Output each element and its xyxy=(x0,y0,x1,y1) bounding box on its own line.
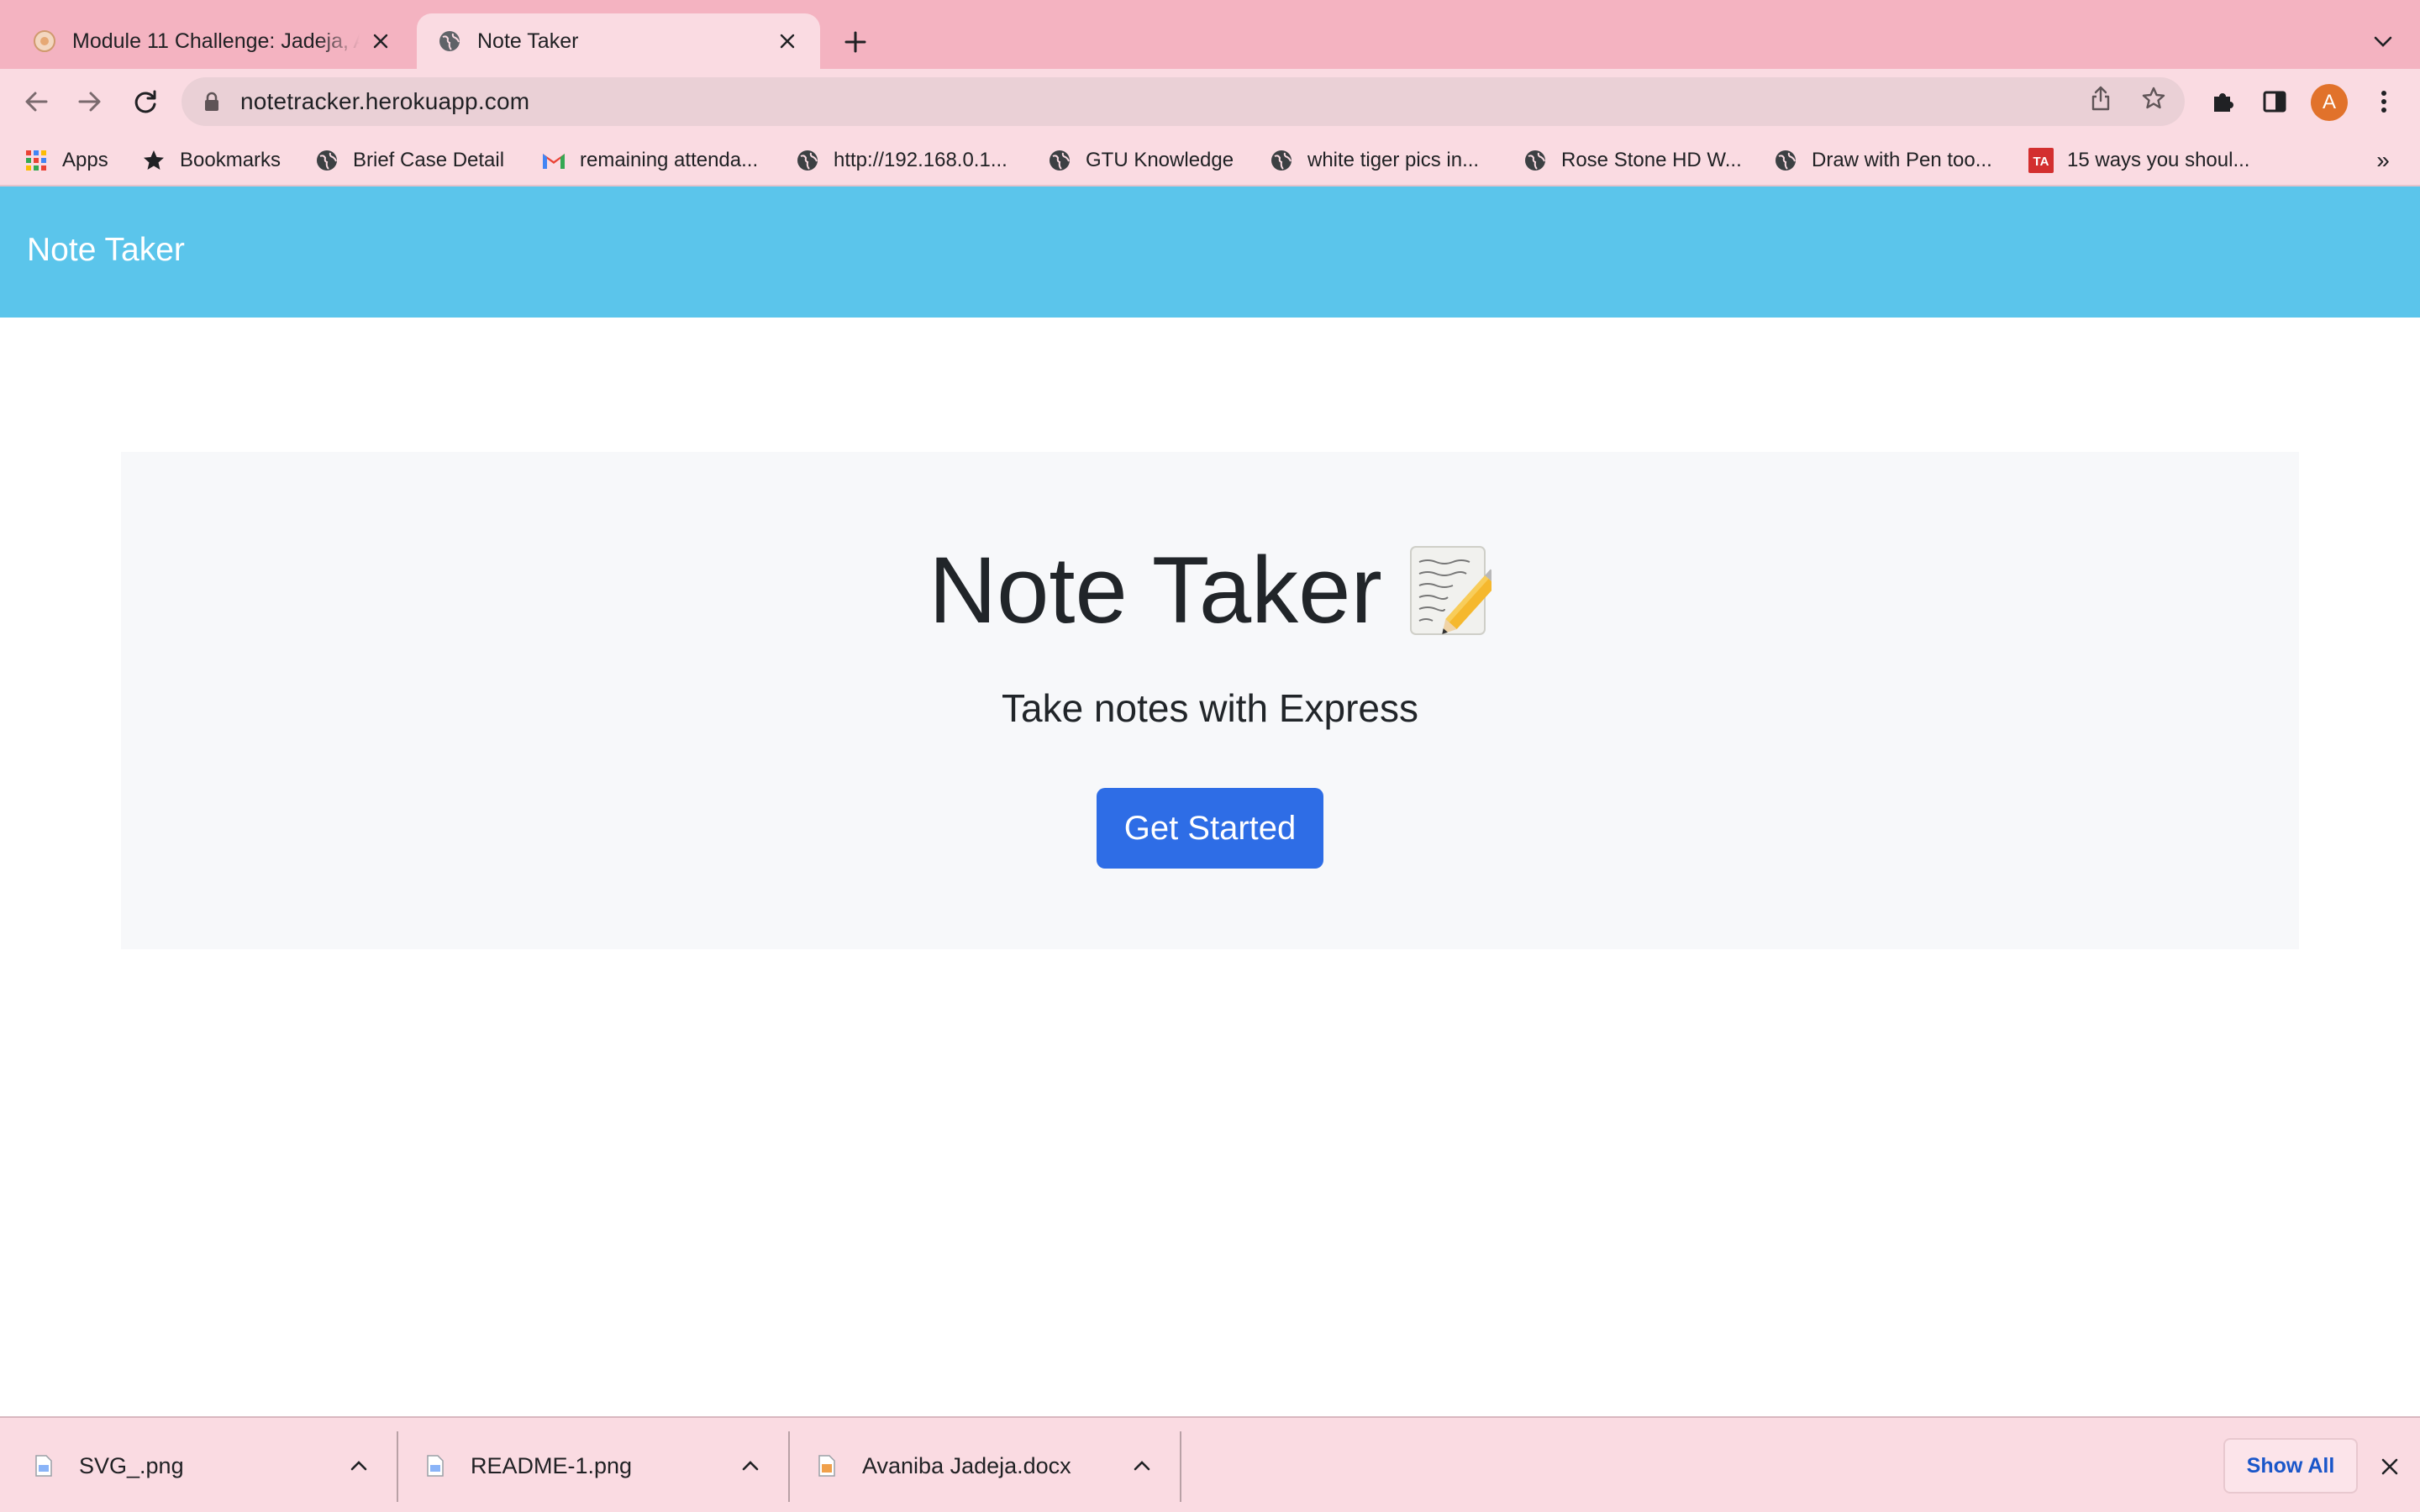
bookmark-white-tiger[interactable]: white tiger pics in... xyxy=(1269,144,1479,176)
download-divider xyxy=(397,1431,398,1502)
bookmark-label: Rose Stone HD W... xyxy=(1561,149,1742,171)
download-divider xyxy=(788,1431,790,1502)
site-navbar: Note Taker xyxy=(0,186,2420,318)
page-title: Note Taker xyxy=(121,536,2299,644)
image-file-icon xyxy=(34,1453,54,1478)
svg-text:TA: TA xyxy=(2033,155,2049,169)
download-filename: README-1.png xyxy=(471,1452,633,1478)
bookmark-local-ip[interactable]: http://192.168.0.1... xyxy=(795,144,1007,176)
gmail-icon xyxy=(541,148,566,173)
bookmark-apps[interactable]: Apps xyxy=(24,144,108,176)
extensions-puzzle-icon[interactable] xyxy=(2202,81,2244,123)
side-panel-icon[interactable] xyxy=(2254,81,2296,123)
bookmark-bookmarks[interactable]: Bookmarks xyxy=(141,144,281,176)
bookmark-star-icon[interactable] xyxy=(2133,77,2175,119)
globe-icon xyxy=(795,148,820,173)
share-icon[interactable] xyxy=(2080,77,2122,119)
tab-title: Module 11 Challenge: Jadeja, A xyxy=(72,29,360,53)
download-item[interactable]: Avaniba Jadeja.docx xyxy=(817,1430,1170,1502)
tab-strip: Module 11 Challenge: Jadeja, A Note Take… xyxy=(0,0,2420,69)
module-favicon-icon xyxy=(32,29,57,54)
globe-icon xyxy=(314,148,339,173)
bookmark-label: Draw with Pen too... xyxy=(1812,149,1992,171)
bookmark-label: 15 ways you shoul... xyxy=(2067,149,2250,171)
globe-icon xyxy=(437,29,462,54)
globe-icon xyxy=(1047,148,1072,173)
back-arrow-icon[interactable] xyxy=(15,81,57,123)
bookmark-label: remaining attenda... xyxy=(580,149,759,171)
bookmark-15-ways[interactable]: TA 15 ways you shoul... xyxy=(2028,144,2249,176)
tab-close-icon[interactable] xyxy=(368,29,393,54)
bookmark-label: white tiger pics in... xyxy=(1307,149,1480,171)
download-filename: SVG_.png xyxy=(79,1452,184,1478)
hero-jumbotron: Note Taker Take notes with Express Get S… xyxy=(121,452,2299,949)
globe-icon xyxy=(1773,148,1798,173)
page-title-text: Note Taker xyxy=(929,538,1382,643)
bookmarks-bar: Apps Bookmarks Brief Case Detail remaini… xyxy=(0,134,2420,186)
navbar-brand-link[interactable]: Note Taker xyxy=(27,232,185,269)
close-icon[interactable] xyxy=(2373,1450,2407,1483)
docx-file-icon xyxy=(817,1453,837,1478)
get-started-button[interactable]: Get Started xyxy=(1097,788,1323,869)
lock-icon[interactable] xyxy=(202,90,222,113)
chevron-up-icon[interactable] xyxy=(346,1453,371,1478)
bookmark-label: Bookmarks xyxy=(180,149,281,171)
globe-icon xyxy=(1523,148,1548,173)
tab-close-icon[interactable] xyxy=(775,29,800,54)
globe-icon xyxy=(1269,148,1294,173)
apps-grid-icon xyxy=(24,148,49,173)
tab-module-11[interactable]: Module 11 Challenge: Jadeja, A xyxy=(12,13,413,69)
bookmark-label: GTU Knowledge xyxy=(1086,149,1234,171)
download-item[interactable]: SVG_.png xyxy=(34,1430,387,1502)
download-item[interactable]: README-1.png xyxy=(425,1430,778,1502)
address-bar[interactable]: notetracker.herokuapp.com xyxy=(182,77,2185,126)
star-icon xyxy=(141,148,166,173)
chevron-up-icon[interactable] xyxy=(738,1453,763,1478)
profile-avatar[interactable]: A xyxy=(2311,84,2348,121)
memo-icon xyxy=(1407,543,1507,638)
tab-title: Note Taker xyxy=(477,29,579,53)
tab-note-taker[interactable]: Note Taker xyxy=(417,13,820,69)
forward-arrow-icon[interactable] xyxy=(69,81,111,123)
downloads-shelf: SVG_.png README-1.png Avaniba Jadeja.doc… xyxy=(0,1416,2420,1512)
bookmark-label: Brief Case Detail xyxy=(353,149,505,171)
menu-kebab-icon[interactable] xyxy=(2363,81,2405,123)
image-file-icon xyxy=(425,1453,445,1478)
bookmark-draw-with-pen[interactable]: Draw with Pen too... xyxy=(1773,144,1992,176)
bookmark-label: Apps xyxy=(62,149,108,171)
download-divider xyxy=(1180,1431,1181,1502)
bookmark-remaining-attendance[interactable]: remaining attenda... xyxy=(541,144,758,176)
bookmark-label: http://192.168.0.1... xyxy=(834,149,1007,171)
chevron-up-icon[interactable] xyxy=(1129,1453,1155,1478)
page-subtitle: Take notes with Express xyxy=(1001,686,1418,730)
bookmark-rose-stone[interactable]: Rose Stone HD W... xyxy=(1523,144,1742,176)
url-text[interactable]: notetracker.herokuapp.com xyxy=(240,88,529,115)
bookmarks-overflow-chevron-icon[interactable]: » xyxy=(2368,144,2398,176)
download-filename: Avaniba Jadeja.docx xyxy=(862,1452,1071,1478)
reload-icon[interactable] xyxy=(124,81,166,123)
show-all-downloads-button[interactable]: Show All xyxy=(2223,1438,2358,1494)
ta-icon: TA xyxy=(2028,148,2054,173)
bookmark-brief-case-detail[interactable]: Brief Case Detail xyxy=(314,144,504,176)
new-tab-plus-icon[interactable] xyxy=(839,25,872,59)
browser-toolbar: notetracker.herokuapp.com A xyxy=(0,69,2420,134)
tab-search-chevron-icon[interactable] xyxy=(2366,25,2400,59)
bookmark-gtu-knowledge[interactable]: GTU Knowledge xyxy=(1047,144,1234,176)
